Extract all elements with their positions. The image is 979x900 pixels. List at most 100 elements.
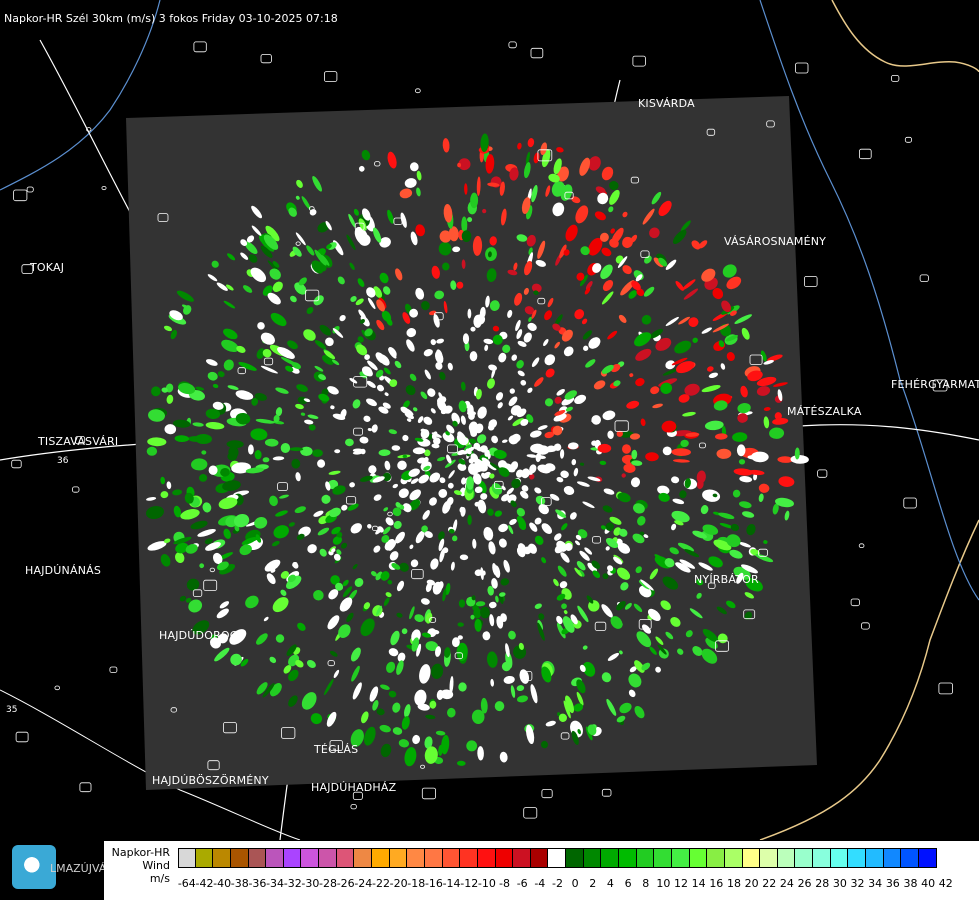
legend-title-line: Napkor-HR bbox=[111, 846, 170, 859]
legend-swatch bbox=[707, 848, 725, 868]
legend-tick-label: 42 bbox=[938, 877, 953, 890]
legend-title-line: m/s bbox=[149, 872, 170, 885]
color-legend: Napkor-HR Wind m/s -64 -42 -40 -38 -36 -34 -32… bbox=[104, 841, 979, 900]
legend-tick-label: -8 bbox=[499, 877, 510, 890]
legend-tick-label: 0 bbox=[571, 877, 579, 890]
legend-tick-label: 12 bbox=[674, 877, 689, 890]
radar-map: 36 35 Napkor-HR Szél 30km (m/s) 3 fokos … bbox=[0, 0, 979, 900]
town-outline bbox=[903, 497, 917, 509]
legend-tick-label: 18 bbox=[726, 877, 741, 890]
city-label-hajdunanas: HAJDÚNÁNÁS bbox=[25, 564, 102, 577]
legend-swatch bbox=[760, 848, 778, 868]
legend-swatch bbox=[389, 848, 408, 868]
legend-swatch bbox=[372, 848, 390, 868]
legend-swatch bbox=[689, 848, 708, 868]
legend-swatch bbox=[883, 848, 902, 868]
radar-echo bbox=[247, 444, 254, 455]
radar-echo bbox=[466, 740, 478, 752]
legend-tick-label: 20 bbox=[744, 877, 759, 890]
town-outline bbox=[15, 731, 29, 743]
radar-echo bbox=[467, 217, 473, 223]
town-outline bbox=[850, 598, 860, 607]
town-outline bbox=[72, 486, 80, 493]
town-outline bbox=[11, 459, 22, 469]
legend-swatch bbox=[178, 848, 196, 868]
road-number-35: 35 bbox=[6, 705, 17, 715]
city-label-mateszalka: MÁTÉSZALKA bbox=[787, 405, 862, 418]
legend-swatch bbox=[513, 848, 531, 868]
town-outline bbox=[859, 148, 872, 160]
legend-swatch bbox=[283, 848, 302, 868]
legend-tick-label: -6 bbox=[516, 877, 528, 890]
city-label-tiszavasvari: TISZAVASVÁRI bbox=[38, 435, 119, 448]
town-outline bbox=[260, 54, 272, 64]
legend-swatch bbox=[830, 848, 849, 868]
legend-title-line: Wind bbox=[142, 859, 170, 872]
legend-tick-label: -22 bbox=[371, 877, 390, 890]
legend-title: Napkor-HR Wind m/s bbox=[106, 846, 170, 885]
legend-tick-label: -64 bbox=[177, 877, 196, 890]
town-outline bbox=[795, 62, 809, 74]
city-label-kisvarda: KISVÁRDA bbox=[638, 97, 695, 110]
legend-tick-label: 22 bbox=[762, 877, 777, 890]
legend-swatch bbox=[918, 848, 937, 868]
legend-swatch bbox=[865, 848, 884, 868]
radar-echo bbox=[467, 308, 472, 319]
legend-swatch bbox=[354, 848, 373, 868]
legend-tick-label: -30 bbox=[301, 877, 320, 890]
map-title: Napkor-HR Szél 30km (m/s) 3 fokos Friday… bbox=[4, 12, 338, 25]
legend-tick-label: -42 bbox=[195, 877, 214, 890]
legend-swatch bbox=[213, 848, 231, 868]
legend-swatch bbox=[671, 848, 690, 868]
radar-echo bbox=[736, 444, 746, 457]
legend-tick-label: -36 bbox=[248, 877, 267, 890]
legend-tick-label: 14 bbox=[691, 877, 706, 890]
legend-swatch bbox=[601, 848, 620, 868]
legend-swatch bbox=[583, 848, 602, 868]
legend-swatch bbox=[654, 848, 672, 868]
legend-swatch bbox=[777, 848, 796, 868]
legend-tick-label: -4 bbox=[534, 877, 546, 890]
legend-tick-label: 16 bbox=[709, 877, 724, 890]
legend-swatch bbox=[495, 848, 514, 868]
town-outline bbox=[13, 189, 28, 202]
town-outline bbox=[804, 275, 818, 287]
town-outline bbox=[109, 666, 118, 673]
city-label-teglas: TÉGLÁS bbox=[314, 743, 359, 756]
legend-swatches bbox=[178, 848, 937, 868]
legend-swatch bbox=[319, 848, 337, 868]
town-outline bbox=[919, 274, 929, 282]
legend-swatch bbox=[266, 848, 284, 868]
town-outline bbox=[26, 186, 34, 193]
town-outline bbox=[938, 682, 953, 695]
legend-tick-label: -26 bbox=[336, 877, 355, 890]
legend-tick-label: 26 bbox=[797, 877, 812, 890]
town-outline bbox=[541, 789, 553, 799]
legend-tick-label: -16 bbox=[424, 877, 443, 890]
town-outline bbox=[79, 782, 92, 793]
legend-swatch bbox=[742, 848, 761, 868]
radar-echo bbox=[466, 476, 474, 490]
town-outline bbox=[101, 185, 107, 191]
radar-echo bbox=[662, 446, 672, 456]
map-canvas: 36 35 bbox=[0, 0, 979, 840]
legend-tick-label: 36 bbox=[885, 877, 900, 890]
legend-tick-label: -38 bbox=[230, 877, 249, 890]
legend-swatch bbox=[195, 848, 214, 868]
town-outline bbox=[508, 41, 517, 49]
legend-tick-label: 34 bbox=[868, 877, 883, 890]
legend-tick-label: 10 bbox=[656, 877, 671, 890]
radar-echo bbox=[622, 444, 631, 454]
legend-tick-label: -40 bbox=[213, 877, 232, 890]
radar-echo bbox=[300, 446, 313, 456]
town-outline bbox=[414, 88, 421, 94]
legend-swatch bbox=[407, 848, 425, 868]
legend-tick-label: -28 bbox=[319, 877, 337, 890]
city-label-hajdudorog: HAJDÚDOROG bbox=[159, 629, 239, 642]
legend-tick-label: -20 bbox=[389, 877, 408, 890]
legend-swatch bbox=[477, 848, 496, 868]
legend-tick-label: 6 bbox=[624, 877, 632, 890]
town-outline bbox=[861, 622, 870, 630]
legend-swatch bbox=[530, 848, 549, 868]
radar-echo bbox=[467, 514, 472, 526]
